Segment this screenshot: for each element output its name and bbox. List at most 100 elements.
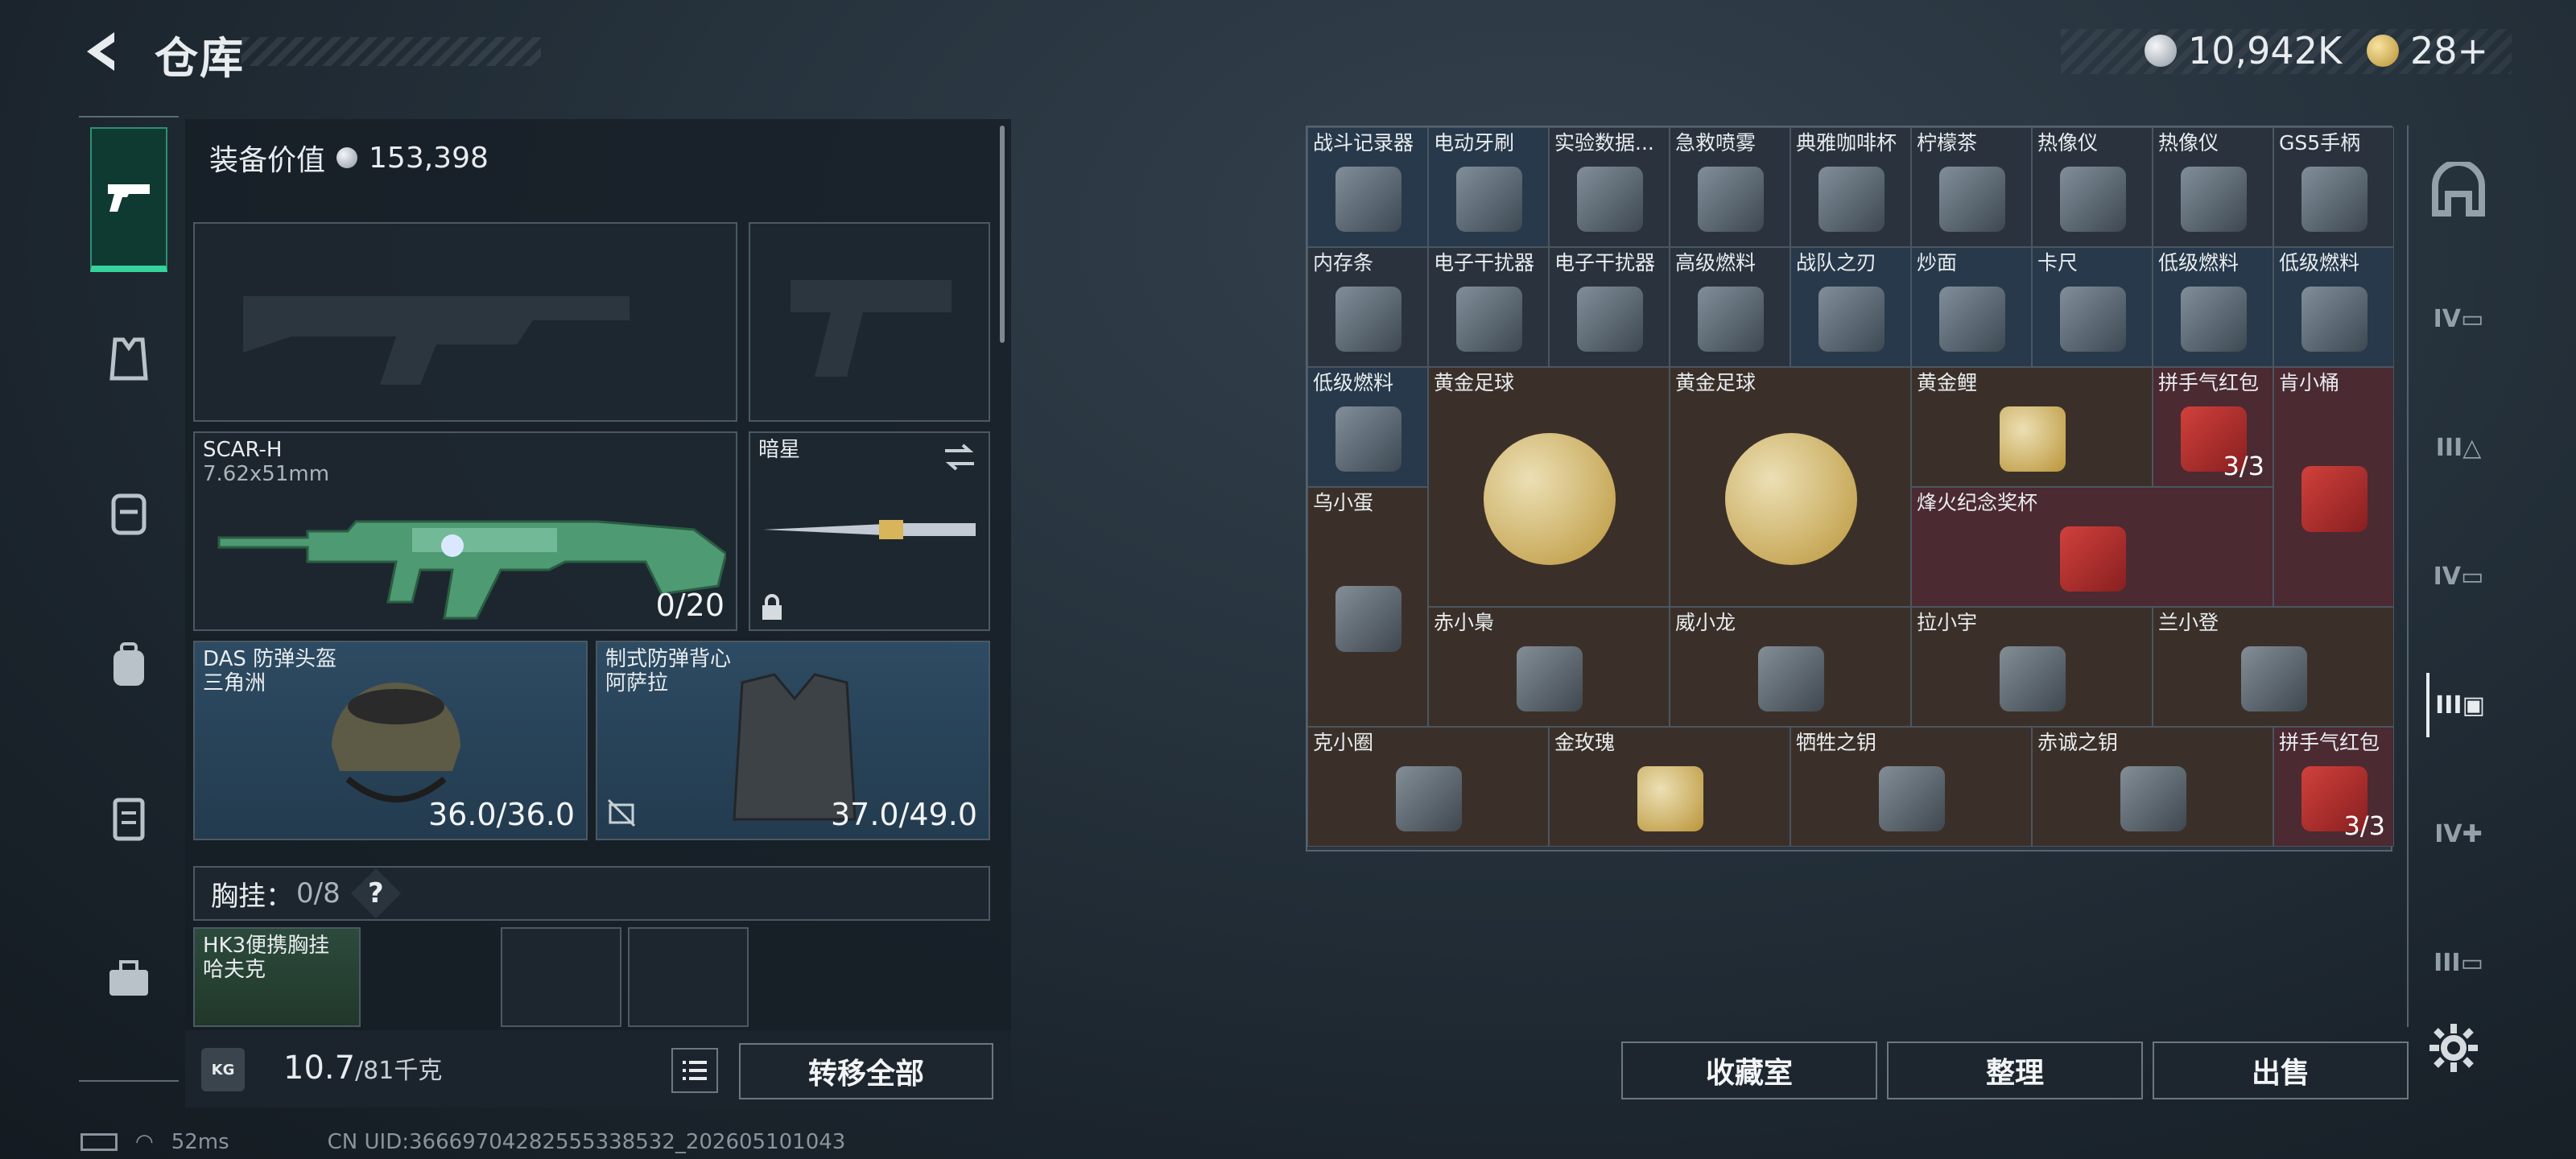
- inventory-item[interactable]: 高级燃料: [1670, 247, 1790, 367]
- inventory-item[interactable]: 电动牙刷: [1428, 127, 1549, 247]
- inventory-item[interactable]: 烽火纪念奖杯: [1911, 487, 2273, 607]
- inventory-item-name: 黄金足球: [1434, 371, 1515, 394]
- primary-weapon-slot-empty[interactable]: [193, 222, 737, 422]
- inventory-item-name: 内存条: [1313, 251, 1374, 274]
- weapon-name: SCAR-H: [203, 438, 283, 462]
- tab-backpack[interactable]: [90, 592, 167, 737]
- status-bar: ◠ 52ms CN UID:3666970428255533853​2_2026…: [80, 1130, 845, 1154]
- pistol-silhouette-icon: [791, 280, 952, 377]
- inventory-item[interactable]: 战斗记录器: [1307, 127, 1428, 247]
- inventory-item-name: 炒面: [1917, 251, 1958, 274]
- knife-image: [763, 520, 976, 539]
- battery-icon: [80, 1133, 118, 1151]
- inventory-item[interactable]: 拼手气红包 3/3: [2153, 367, 2273, 487]
- inventory-item[interactable]: 拼手气红包 3/3: [2273, 727, 2394, 847]
- inventory-item[interactable]: 炒面: [1911, 247, 2032, 367]
- inventory-item[interactable]: 金玫瑰: [1549, 727, 1790, 847]
- case-iii-icon-2[interactable]: III▭: [2426, 930, 2491, 995]
- inventory-item[interactable]: 热像仪: [2153, 127, 2273, 247]
- transfer-all-button[interactable]: 转移全部: [739, 1043, 993, 1099]
- chest-rig-slot[interactable]: HK3便携胸挂 哈夫克: [193, 927, 361, 1027]
- inventory-item[interactable]: 电子干扰器: [1549, 247, 1670, 367]
- inventory-item[interactable]: 克小圈: [1307, 727, 1549, 847]
- inventory-item[interactable]: 低级燃料: [2273, 247, 2394, 367]
- inventory-item-image: [1456, 286, 1522, 353]
- toolbox-icon: [109, 960, 148, 996]
- inventory-item-name: GS5手柄: [2279, 131, 2361, 155]
- inventory-item-image: [1698, 166, 1764, 233]
- tab-case[interactable]: [90, 745, 167, 890]
- inventory-item[interactable]: 内存条: [1307, 247, 1428, 367]
- organize-button[interactable]: 整理: [1887, 1041, 2143, 1099]
- collection-room-button[interactable]: 收藏室: [1621, 1041, 1877, 1099]
- inventory-item-image: [1577, 166, 1643, 233]
- tab-vest[interactable]: [90, 287, 167, 431]
- inventory-item[interactable]: 黄金足球: [1428, 367, 1670, 607]
- inventory-item-image: [2060, 286, 2126, 353]
- inventory-item[interactable]: 热像仪: [2032, 127, 2153, 247]
- inventory-item-image: [1637, 765, 1703, 832]
- help-icon[interactable]: ?: [350, 868, 401, 919]
- inventory-item-name: 低级燃料: [2158, 251, 2240, 274]
- case-iv-icon-3[interactable]: IV✚: [2426, 802, 2491, 866]
- inventory-item-image: [1879, 765, 1945, 832]
- case-iii-icon-1[interactable]: III△: [2426, 415, 2491, 480]
- tab-toolbox[interactable]: [90, 906, 167, 1051]
- inventory-item-image: [1335, 286, 1402, 353]
- inventory-item-image: [2181, 286, 2247, 353]
- primary-weapon-slot[interactable]: SCAR-H 7.62x51mm 0/20: [193, 431, 737, 631]
- inventory-item-name: 拉小宇: [1917, 611, 1978, 634]
- chest-rig-origin: 哈夫克: [203, 958, 266, 982]
- armor-durability: 37.0/49.0: [830, 797, 977, 832]
- kg-weight-icon: KG: [201, 1048, 245, 1091]
- inventory-item[interactable]: 急救喷雾: [1670, 127, 1790, 247]
- inventory-item-image: [1725, 433, 1857, 565]
- secondary-weapon-slot-empty[interactable]: [749, 222, 990, 422]
- sell-button[interactable]: 出售: [2153, 1041, 2409, 1099]
- inventory-item[interactable]: 兰小登: [2153, 607, 2394, 727]
- back-arrow-icon[interactable]: [79, 27, 127, 76]
- melee-weapon-slot[interactable]: 暗星: [749, 431, 990, 631]
- case-iv-icon-1[interactable]: IV▭: [2426, 287, 2491, 351]
- inventory-item[interactable]: 黄金鲤: [1911, 367, 2153, 487]
- chest-rig-pocket-2[interactable]: [628, 927, 749, 1027]
- swap-arrows-icon[interactable]: [942, 443, 977, 472]
- equipment-scrollbar[interactable]: [1000, 126, 1005, 343]
- inventory-item[interactable]: 拉小宇: [1911, 607, 2153, 727]
- case-iii-icon-active[interactable]: III▣: [2426, 673, 2491, 737]
- inventory-item-image: [1484, 433, 1616, 565]
- inventory-item[interactable]: 战队之刃: [1790, 247, 1911, 367]
- safehouse-icon[interactable]: [2426, 158, 2491, 222]
- inventory-item[interactable]: 电子干扰器: [1428, 247, 1549, 367]
- inventory-item[interactable]: 实验数据...: [1549, 127, 1670, 247]
- inventory-item[interactable]: 低级燃料: [2153, 247, 2273, 367]
- helmet-image: [332, 683, 460, 802]
- inventory-item-image: [2120, 765, 2186, 832]
- chest-rig-pocket-1[interactable]: [501, 927, 621, 1027]
- inventory-item[interactable]: 威小龙: [1670, 607, 1911, 727]
- inventory-item-name: 低级燃料: [2279, 251, 2360, 274]
- settings-gear-icon[interactable]: [2428, 1022, 2479, 1074]
- inventory-item[interactable]: 典雅咖啡杯: [1790, 127, 1911, 247]
- chest-rig-count: 0/8: [296, 877, 341, 909]
- inventory-item[interactable]: 牺牲之钥: [1790, 727, 2032, 847]
- inventory-item-image: [1939, 286, 2005, 353]
- tab-weapons[interactable]: [90, 127, 167, 272]
- inventory-item[interactable]: 柠檬茶: [1911, 127, 2032, 247]
- inventory-item[interactable]: 黄金足球: [1670, 367, 1911, 607]
- inventory-item[interactable]: GS5手柄: [2273, 127, 2394, 247]
- ping-text: 52ms: [171, 1130, 229, 1154]
- case-iv-icon-2[interactable]: IV▭: [2426, 544, 2491, 608]
- inventory-item[interactable]: 乌小蛋: [1307, 487, 1428, 727]
- inventory-item[interactable]: 赤诚之钥: [2032, 727, 2273, 847]
- list-view-button[interactable]: [671, 1048, 718, 1093]
- inventory-item[interactable]: 低级燃料: [1307, 367, 1428, 487]
- tab-backpack-helmet[interactable]: [90, 439, 167, 584]
- helmet-slot[interactable]: DAS 防弹头盔 三角洲 36.0/36.0: [193, 641, 588, 840]
- inventory-item-image: [2060, 166, 2126, 233]
- armor-slot[interactable]: 制式防弹背心 阿萨拉 37.0/49.0: [596, 641, 990, 840]
- inventory-item[interactable]: 卡尺: [2032, 247, 2153, 367]
- inventory-item[interactable]: 肯小桶: [2273, 367, 2394, 607]
- inventory-item[interactable]: 赤小梟: [1428, 607, 1670, 727]
- silver-coin-icon: [2145, 35, 2177, 67]
